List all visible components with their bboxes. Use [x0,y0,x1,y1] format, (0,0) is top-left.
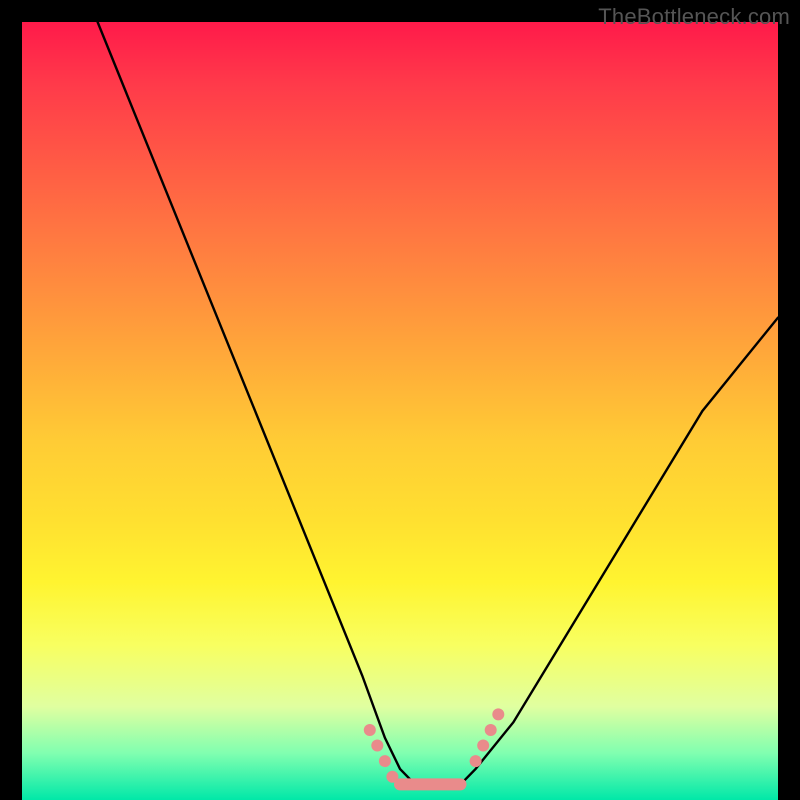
marker-dot [379,755,391,767]
marker-dot [364,724,376,736]
watermark-text: TheBottleneck.com [598,4,790,30]
bottleneck-curve-line [98,22,778,784]
bottleneck-curve-svg [22,22,778,800]
marker-dot [492,708,504,720]
marker-dot [477,740,489,752]
marker-dot [371,740,383,752]
chart-plot-area [22,22,778,800]
marker-cluster-right [470,708,505,767]
marker-dot [470,755,482,767]
marker-dot [485,724,497,736]
